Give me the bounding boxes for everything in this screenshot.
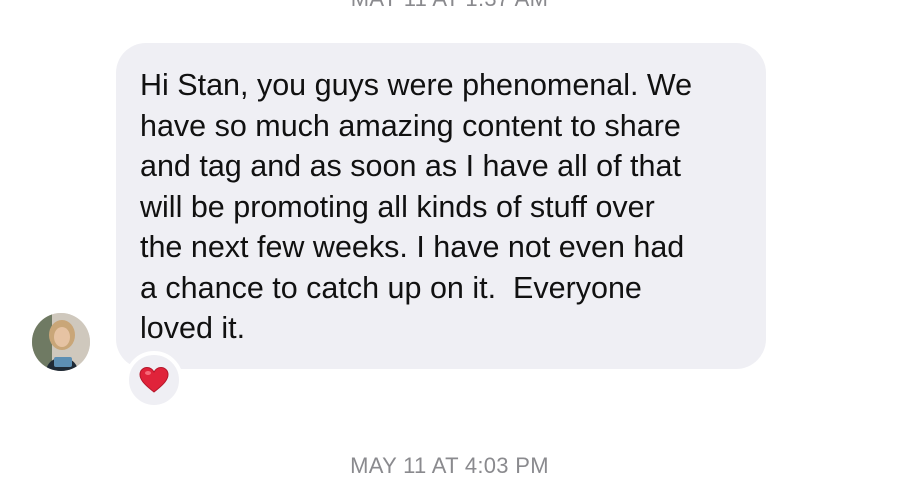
avatar-photo-icon	[32, 313, 90, 371]
sender-avatar[interactable]	[32, 313, 90, 371]
message-bubble[interactable]: Hi Stan, you guys were phenomenal. We ha…	[116, 43, 766, 369]
red-heart-icon	[139, 366, 169, 393]
timestamp-top: MAY 11 AT 1:37 AM	[0, 0, 899, 12]
message-text: Hi Stan, you guys were phenomenal. We ha…	[140, 68, 693, 345]
heart-reaction[interactable]	[125, 351, 183, 409]
timestamp-bottom: MAY 11 AT 4:03 PM	[350, 453, 549, 478]
